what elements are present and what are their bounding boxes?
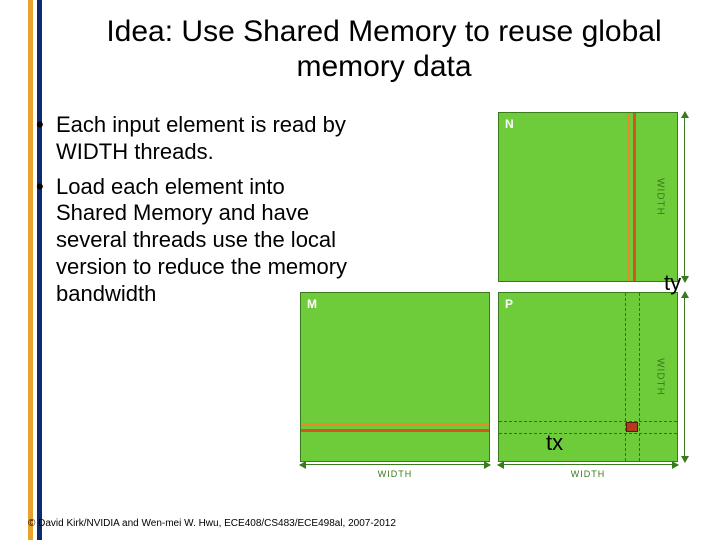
- accent-bar-yellow: [28, 0, 33, 540]
- matrix-n-label: N: [505, 117, 514, 131]
- matrix-n: N WIDTH: [498, 112, 678, 282]
- arrow-left-icon: [497, 461, 504, 469]
- output-tile: [626, 422, 638, 432]
- p-height-bracket: [684, 292, 685, 462]
- matrix-n-width-label: WIDTH: [655, 178, 666, 216]
- ty-label: ty: [664, 270, 681, 296]
- arrow-up-icon: [681, 111, 689, 118]
- p-width-label: WIDTH: [571, 469, 606, 479]
- row-highlight-1: [301, 423, 489, 426]
- row-highlight-2: [301, 429, 489, 432]
- column-highlight-1: [627, 113, 630, 281]
- arrow-right-icon: [484, 461, 491, 469]
- matrix-p-label: P: [505, 297, 513, 311]
- proj-line-v1: [625, 293, 626, 461]
- matrix-diagram: N WIDTH M P WIDTH: [300, 112, 696, 492]
- proj-line-h1: [499, 421, 677, 422]
- slide: Idea: Use Shared Memory to reuse global …: [0, 0, 720, 540]
- p-width-bracket: WIDTH: [498, 464, 678, 465]
- m-width-bracket: WIDTH: [300, 464, 490, 465]
- matrix-p: P WIDTH: [498, 292, 678, 462]
- arrow-right-icon: [672, 461, 679, 469]
- n-height-bracket: [684, 112, 685, 282]
- matrix-m-label: M: [307, 297, 317, 311]
- matrix-p-width-label: WIDTH: [655, 358, 666, 396]
- arrow-down-icon: [681, 456, 689, 463]
- tx-label: tx: [546, 430, 563, 456]
- proj-line-h2: [499, 433, 677, 434]
- column-highlight-2: [633, 113, 636, 281]
- slide-title: Idea: Use Shared Memory to reuse global …: [88, 14, 680, 85]
- copyright-text: © David Kirk/NVIDIA and Wen-mei W. Hwu, …: [28, 518, 396, 530]
- matrix-m: M: [300, 292, 490, 462]
- arrow-left-icon: [299, 461, 306, 469]
- arrow-up-icon: [681, 291, 689, 298]
- m-width-label: WIDTH: [378, 469, 413, 479]
- arrow-down-icon: [681, 276, 689, 283]
- proj-line-v2: [639, 293, 640, 461]
